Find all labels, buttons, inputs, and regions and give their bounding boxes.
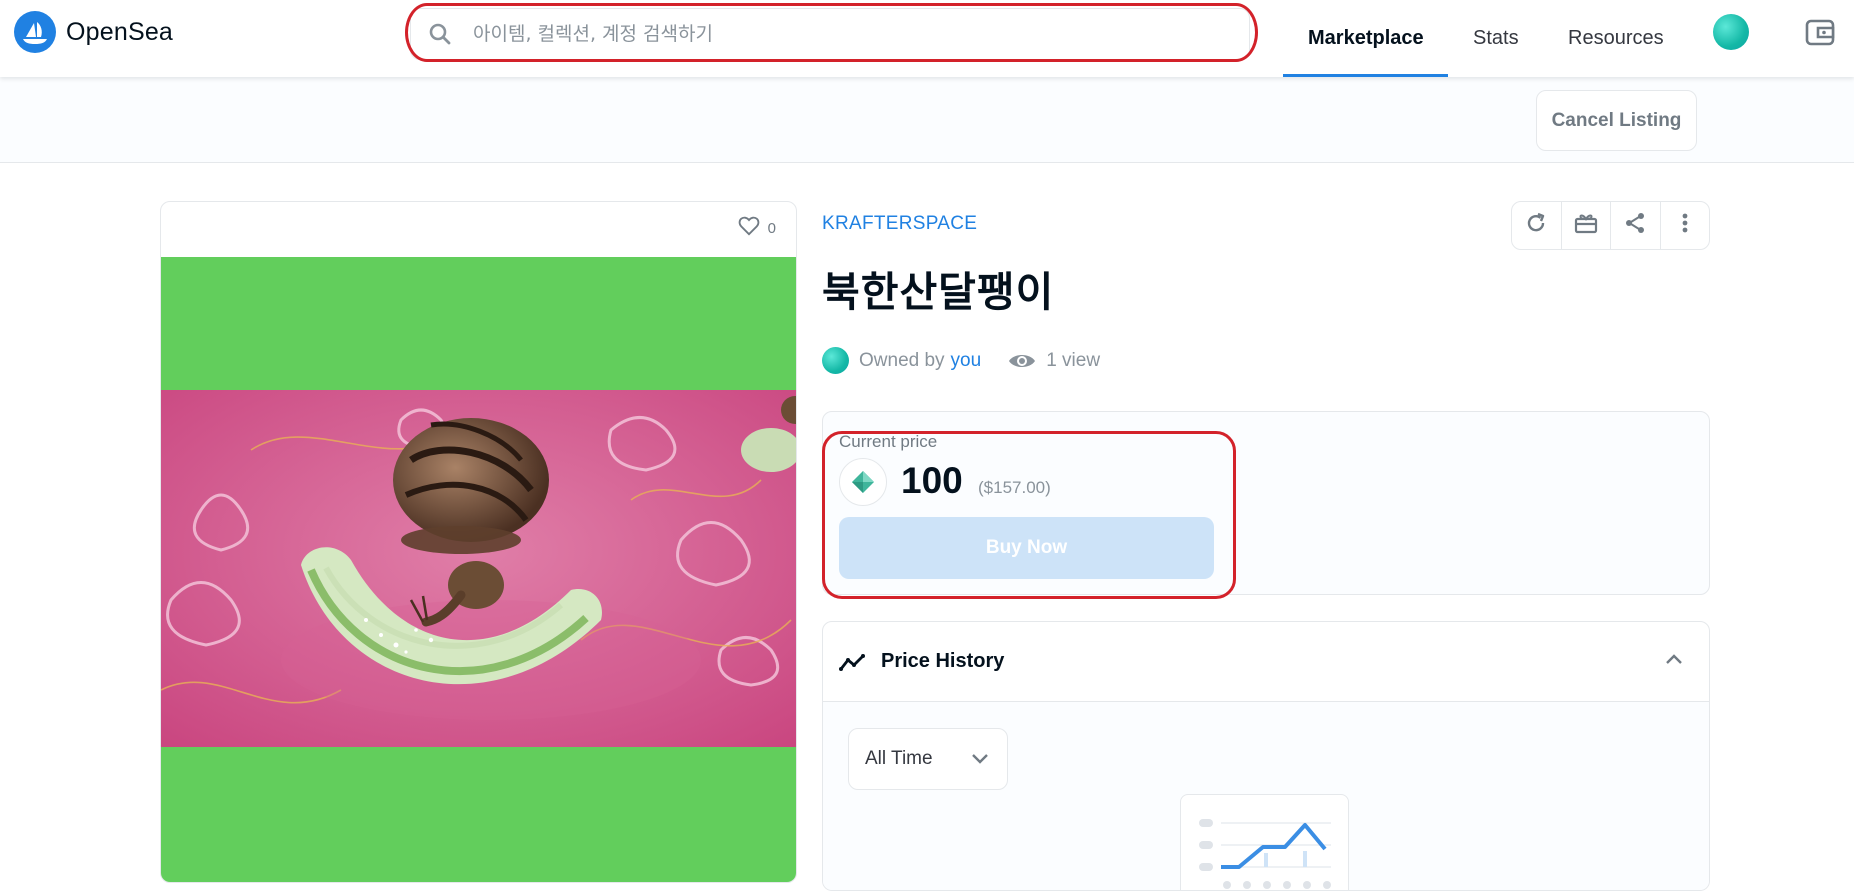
nav-marketplace[interactable]: Marketplace (1308, 0, 1424, 77)
trend-icon (839, 652, 867, 672)
transfer-button[interactable] (1562, 202, 1611, 249)
heart-icon (738, 216, 760, 241)
item-media-card: 0 (160, 201, 797, 883)
refresh-button[interactable] (1512, 202, 1562, 249)
active-nav-underline (1283, 74, 1448, 77)
cancel-listing-button[interactable]: Cancel Listing (1536, 90, 1697, 151)
more-icon (1681, 211, 1689, 240)
more-options-button[interactable] (1661, 202, 1710, 249)
owner-link[interactable]: you (951, 350, 982, 372)
chevron-up-icon[interactable] (1665, 652, 1683, 670)
nft-image[interactable] (161, 257, 796, 882)
owner-row: Owned by you 1 view (822, 347, 1100, 374)
favorite-button[interactable]: 0 (738, 216, 776, 241)
favorite-count: 0 (767, 220, 776, 237)
price-history-panel: Price History All Time (822, 621, 1710, 891)
owned-by-label: Owned by (859, 349, 945, 371)
price-amount: 100 (901, 460, 963, 501)
nav-stats[interactable]: Stats (1473, 0, 1519, 77)
search-input[interactable] (473, 23, 1233, 45)
buy-now-button[interactable]: Buy Now (839, 517, 1214, 579)
current-price-label: Current price (839, 432, 938, 451)
wallet-icon[interactable] (1804, 16, 1836, 48)
view-count: 1 view (1046, 349, 1101, 371)
item-toolbar (1511, 201, 1710, 250)
snail-photo (161, 390, 796, 747)
currency-icon (839, 458, 887, 506)
share-icon (1623, 211, 1647, 240)
gift-icon (1573, 211, 1599, 240)
search-icon (425, 19, 455, 49)
profile-avatar[interactable] (1713, 14, 1749, 50)
price-history-body: All Time (823, 702, 1709, 890)
listing-action-bar: Cancel Listing (0, 77, 1854, 163)
share-button[interactable] (1611, 202, 1661, 249)
media-header: 0 (161, 202, 796, 257)
price-card: Current price 100 ($157.00) Buy Now (822, 411, 1710, 595)
price-usd: ($157.00) (978, 478, 1051, 497)
collection-link[interactable]: KRAFTERSPACE (822, 213, 977, 235)
nav-resources[interactable]: Resources (1568, 0, 1664, 77)
eye-icon (1008, 351, 1036, 371)
opensea-logo[interactable]: OpenSea (14, 11, 173, 53)
price-history-header[interactable]: Price History (823, 622, 1709, 702)
top-navigation-bar: OpenSea Marketplace Stats Resources (0, 0, 1854, 77)
item-title: 북한산달팽이 (822, 268, 1055, 316)
empty-chart-illustration (1180, 794, 1349, 890)
opensea-logo-icon (14, 11, 56, 53)
search-bar[interactable] (410, 8, 1250, 60)
chevron-down-icon (971, 751, 989, 769)
brand-name: OpenSea (66, 17, 174, 46)
owner-avatar[interactable] (822, 347, 849, 374)
time-range-select[interactable]: All Time (848, 728, 1008, 790)
refresh-icon (1524, 211, 1548, 240)
time-range-value: All Time (865, 748, 933, 769)
price-history-title: Price History (881, 650, 1005, 672)
